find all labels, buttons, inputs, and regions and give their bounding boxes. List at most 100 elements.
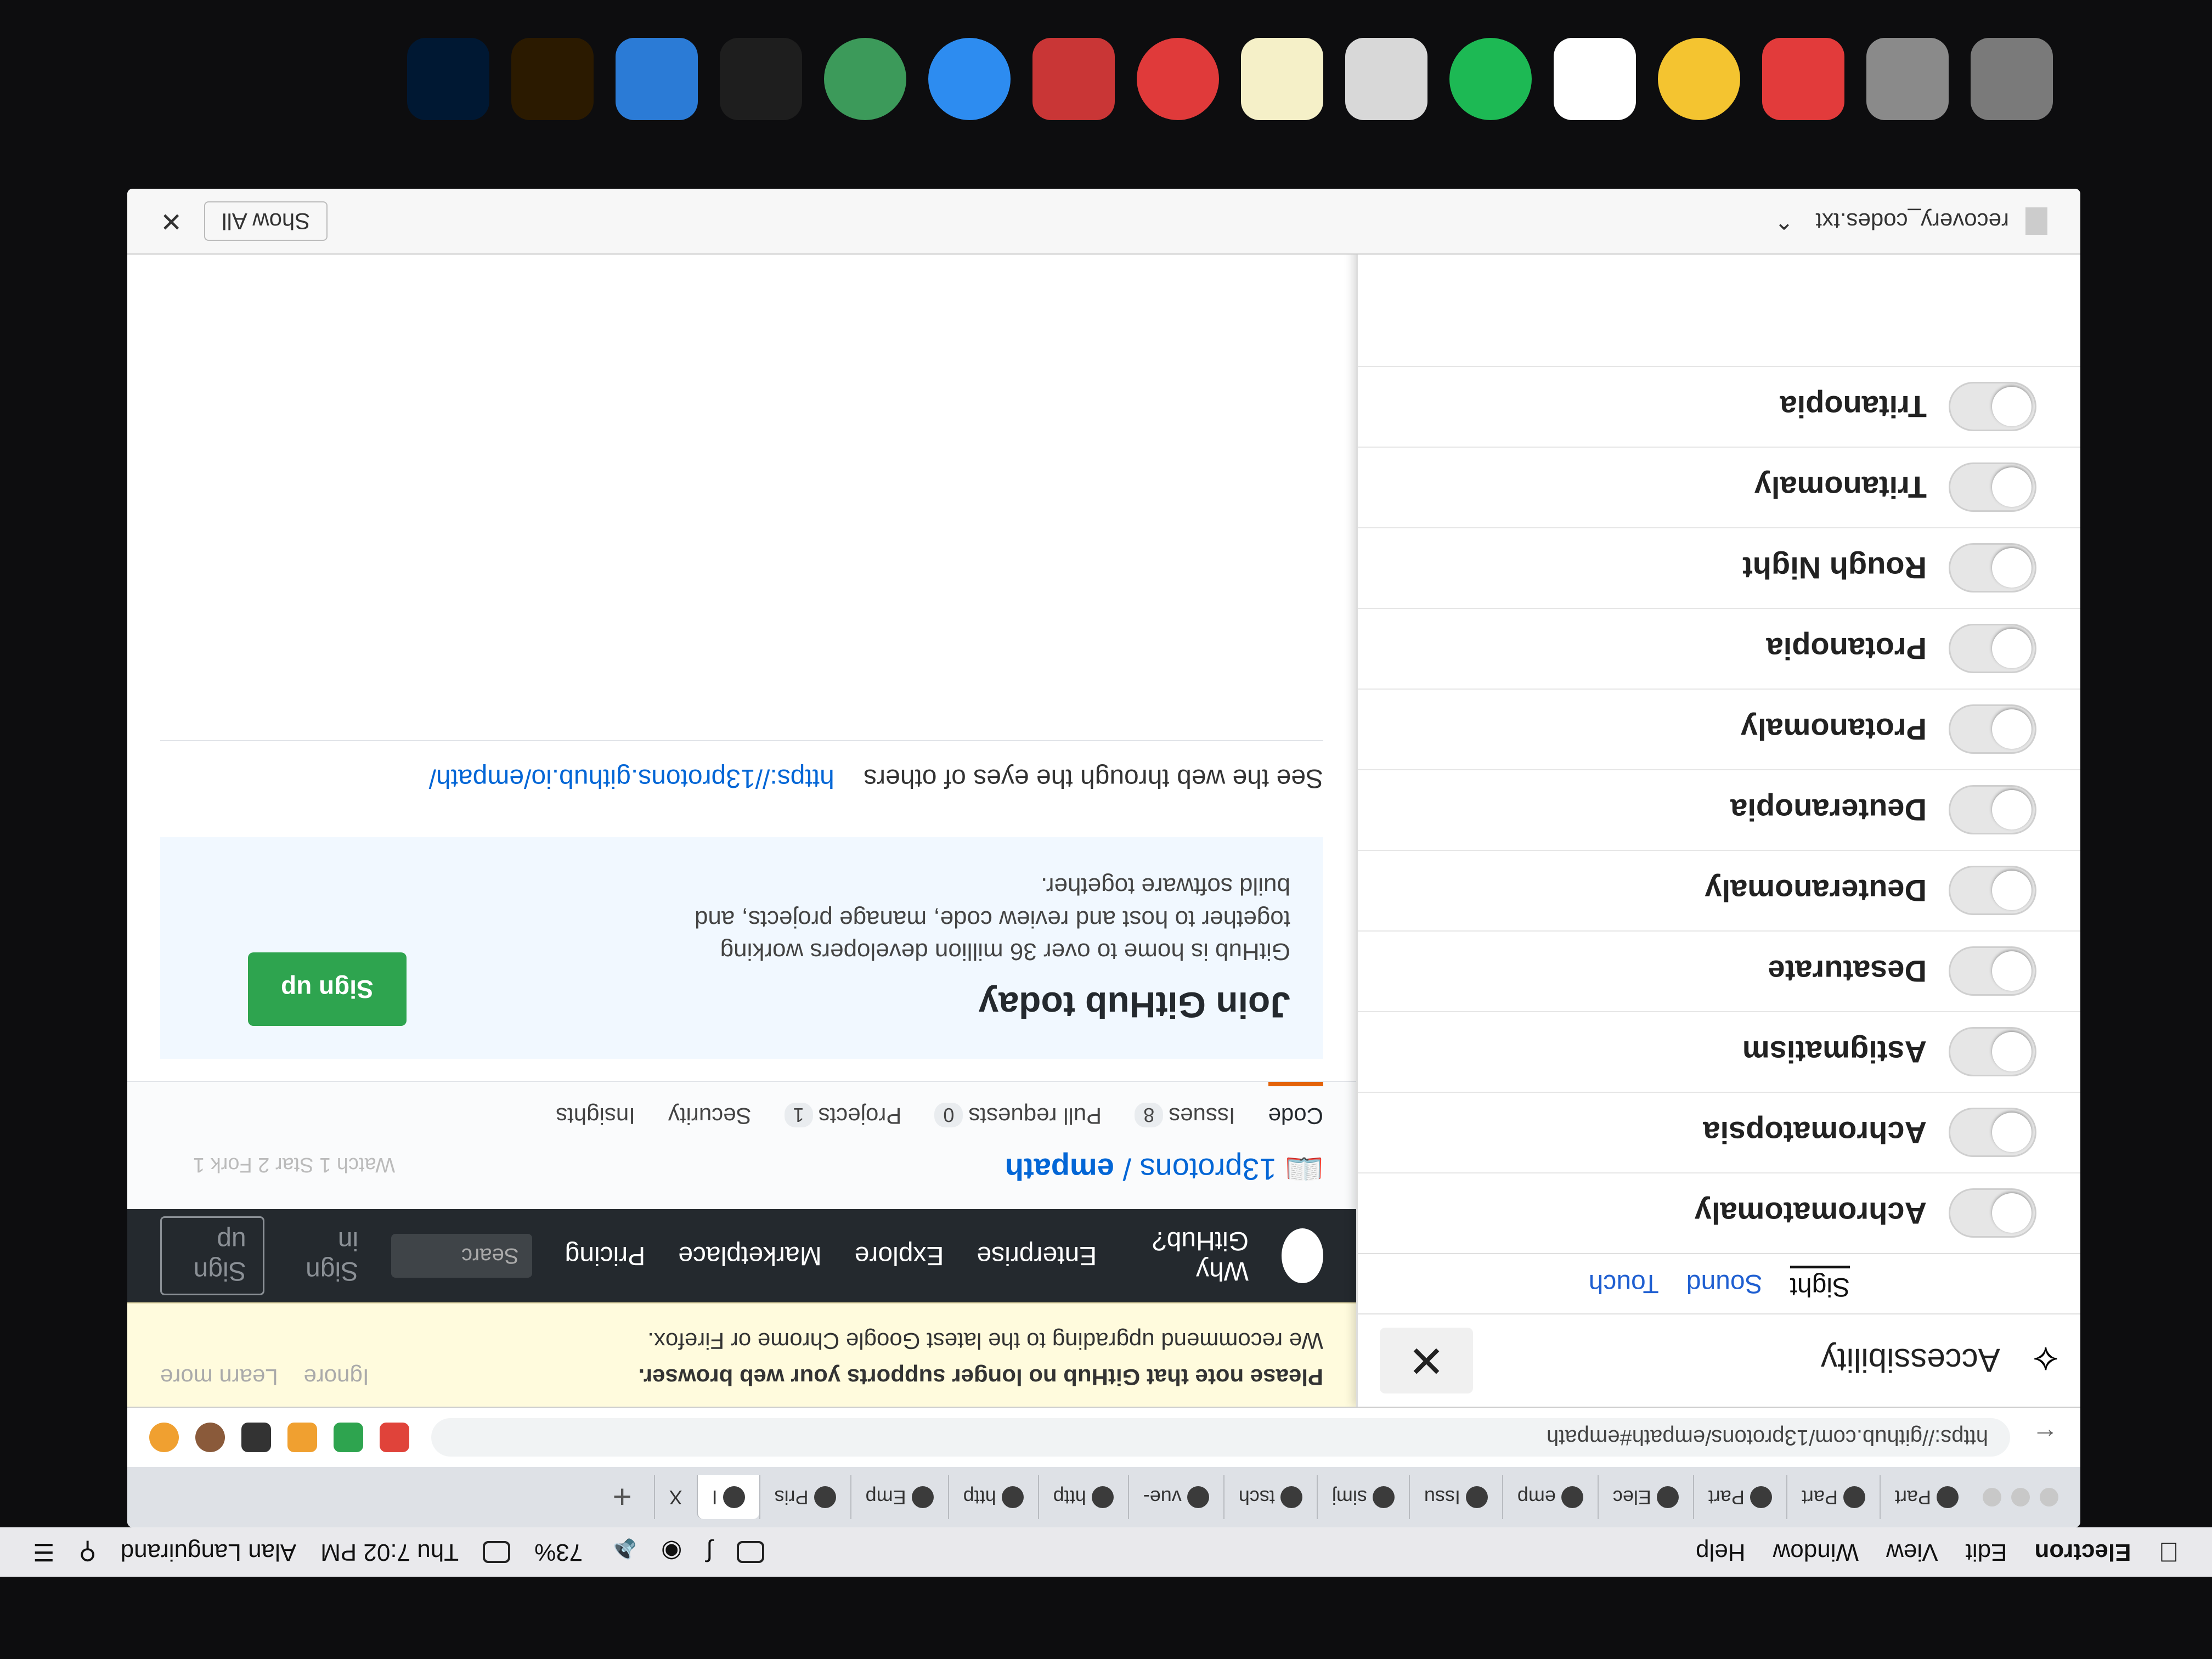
- tab-sight[interactable]: Sight: [1790, 1266, 1850, 1302]
- filter-toggle[interactable]: [1949, 462, 2036, 512]
- filter-toggle[interactable]: [1949, 1188, 2036, 1238]
- chevron-up-icon[interactable]: ⌃: [1774, 208, 1793, 235]
- repo-owner-link[interactable]: 13protons: [1140, 1152, 1277, 1187]
- browser-tab[interactable]: Part: [1786, 1475, 1880, 1519]
- user-name[interactable]: Alan Languirand: [121, 1538, 296, 1566]
- close-panel-button[interactable]: ✕: [1380, 1328, 1473, 1393]
- sign-in-link[interactable]: Sign in: [297, 1226, 358, 1286]
- header-sign-up-button[interactable]: Sign up: [160, 1216, 264, 1295]
- profile-avatar[interactable]: [195, 1423, 225, 1452]
- repo-tab-projects[interactable]: Projects1: [784, 1082, 901, 1129]
- nav-why-github[interactable]: Why GitHub?: [1130, 1226, 1249, 1286]
- slack-icon[interactable]: [1554, 38, 1636, 120]
- messages-icon[interactable]: [928, 38, 1011, 120]
- download-filename[interactable]: recovery_codes.txt: [1816, 208, 2010, 234]
- photoshop-icon[interactable]: [407, 38, 489, 120]
- accessibility-extension-icon[interactable]: [241, 1423, 271, 1452]
- app-icon[interactable]: [1137, 38, 1219, 120]
- filter-toggle[interactable]: [1949, 866, 2036, 916]
- launchpad-icon[interactable]: [1971, 38, 2053, 120]
- volume-icon[interactable]: 🔈: [607, 1538, 637, 1566]
- extension-icon[interactable]: [287, 1423, 317, 1452]
- browser-tab[interactable]: http: [947, 1475, 1038, 1519]
- bluetooth-icon[interactable]: ∫: [706, 1538, 713, 1566]
- nav-pricing[interactable]: Pricing: [565, 1241, 646, 1271]
- adblock-extension-icon[interactable]: [380, 1423, 409, 1452]
- new-tab-button[interactable]: +: [613, 1479, 632, 1516]
- sign-up-button[interactable]: Sign up: [248, 952, 407, 1026]
- browser-tab[interactable]: Issu: [1408, 1475, 1502, 1519]
- menu-help[interactable]: Help: [1696, 1538, 1746, 1566]
- vscode-icon[interactable]: [616, 38, 698, 120]
- menu-edit[interactable]: Edit: [1966, 1538, 2007, 1566]
- nav-explore[interactable]: Explore: [855, 1241, 944, 1271]
- illustrator-icon[interactable]: [511, 38, 594, 120]
- filter-toggle[interactable]: [1949, 1027, 2036, 1077]
- preview-icon[interactable]: [1345, 38, 1427, 120]
- window-minimize-dot[interactable]: [2011, 1488, 2030, 1506]
- browser-tab[interactable]: Part: [1879, 1475, 1973, 1519]
- wifi-icon[interactable]: ◉: [661, 1538, 682, 1566]
- browser-tab[interactable]: Emp: [850, 1475, 948, 1519]
- app-menu[interactable]: Electron: [2034, 1538, 2131, 1566]
- app-icon[interactable]: [1032, 38, 1115, 120]
- notice-learn-more-link[interactable]: Learn more: [160, 1364, 278, 1390]
- tab-touch[interactable]: Touch: [1589, 1269, 1659, 1299]
- notice-ignore-link[interactable]: Ignore: [303, 1364, 369, 1390]
- browser-tab[interactable]: emp: [1502, 1475, 1598, 1519]
- extension-icon[interactable]: [334, 1423, 363, 1452]
- repo-tab-insights[interactable]: Insights: [556, 1082, 635, 1129]
- nav-enterprise[interactable]: Enterprise: [977, 1241, 1097, 1271]
- repo-name-link[interactable]: empath: [1005, 1152, 1114, 1187]
- news-icon[interactable]: [1762, 38, 1844, 120]
- github-logo-icon[interactable]: [1282, 1228, 1323, 1283]
- filter-toggle[interactable]: [1949, 543, 2036, 593]
- repo-tab-code[interactable]: Code: [1268, 1082, 1323, 1129]
- spotlight-icon[interactable]: ⚲: [78, 1538, 96, 1566]
- notification-center-icon[interactable]: ☰: [33, 1538, 54, 1566]
- filter-toggle[interactable]: [1949, 785, 2036, 835]
- battery-icon[interactable]: [483, 1541, 511, 1563]
- window-close-dot[interactable]: [2040, 1488, 2058, 1506]
- browser-tab[interactable]: vue-: [1127, 1475, 1223, 1519]
- repo-tab-pull-requests[interactable]: Pull requests0: [934, 1082, 1102, 1129]
- show-all-button[interactable]: Show All: [204, 201, 328, 241]
- repo-tab-issues[interactable]: Issues8: [1135, 1082, 1235, 1129]
- filter-toggle[interactable]: [1949, 624, 2036, 674]
- browser-tab[interactable]: X: [653, 1475, 697, 1519]
- browser-tab[interactable]: Part: [1692, 1475, 1786, 1519]
- github-search-input[interactable]: Searc: [391, 1234, 532, 1278]
- airplay-icon[interactable]: [737, 1541, 765, 1563]
- battery-percent[interactable]: 73%: [534, 1538, 583, 1566]
- browser-tab[interactable]: http: [1037, 1475, 1128, 1519]
- spotify-icon[interactable]: [1449, 38, 1532, 120]
- filter-toggle[interactable]: [1949, 946, 2036, 996]
- terminal-icon[interactable]: [720, 38, 802, 120]
- browser-tab-active[interactable]: I: [696, 1475, 759, 1519]
- pin-icon[interactable]: ⟡: [2033, 1338, 2058, 1383]
- window-zoom-dot[interactable]: [1983, 1488, 2001, 1506]
- filter-toggle[interactable]: [1949, 704, 2036, 754]
- atom-icon[interactable]: [824, 38, 906, 120]
- repo-tab-security[interactable]: Security: [668, 1082, 752, 1129]
- repo-homepage-link[interactable]: https://13protons.github.io/empath/: [429, 764, 834, 793]
- nav-marketplace[interactable]: Marketplace: [678, 1241, 821, 1271]
- repo-social-counters[interactable]: Watch 1 Star 2 Fork 1: [193, 1153, 395, 1176]
- tab-sound[interactable]: Sound: [1686, 1269, 1763, 1299]
- filter-toggle[interactable]: [1949, 1108, 2036, 1158]
- browser-tab[interactable]: simj: [1316, 1475, 1409, 1519]
- notes-icon[interactable]: [1241, 38, 1323, 120]
- system-preferences-icon[interactable]: [1866, 38, 1949, 120]
- update-icon[interactable]: [149, 1423, 179, 1452]
- clock[interactable]: Thu 7:02 PM: [320, 1538, 459, 1566]
- address-bar[interactable]: https://github.com/13protons/empath#empa…: [431, 1418, 2010, 1457]
- browser-tab[interactable]: tsch: [1223, 1475, 1317, 1519]
- browser-tab[interactable]: Pris: [759, 1475, 850, 1519]
- chrome-icon[interactable]: [1658, 38, 1740, 120]
- apple-icon[interactable]: : [2159, 1536, 2180, 1568]
- browser-tab[interactable]: Elec: [1597, 1475, 1693, 1519]
- menu-window[interactable]: Window: [1773, 1538, 1859, 1566]
- menu-view[interactable]: View: [1886, 1538, 1938, 1566]
- back-button[interactable]: ←: [2032, 1423, 2058, 1453]
- filter-toggle[interactable]: [1949, 382, 2036, 432]
